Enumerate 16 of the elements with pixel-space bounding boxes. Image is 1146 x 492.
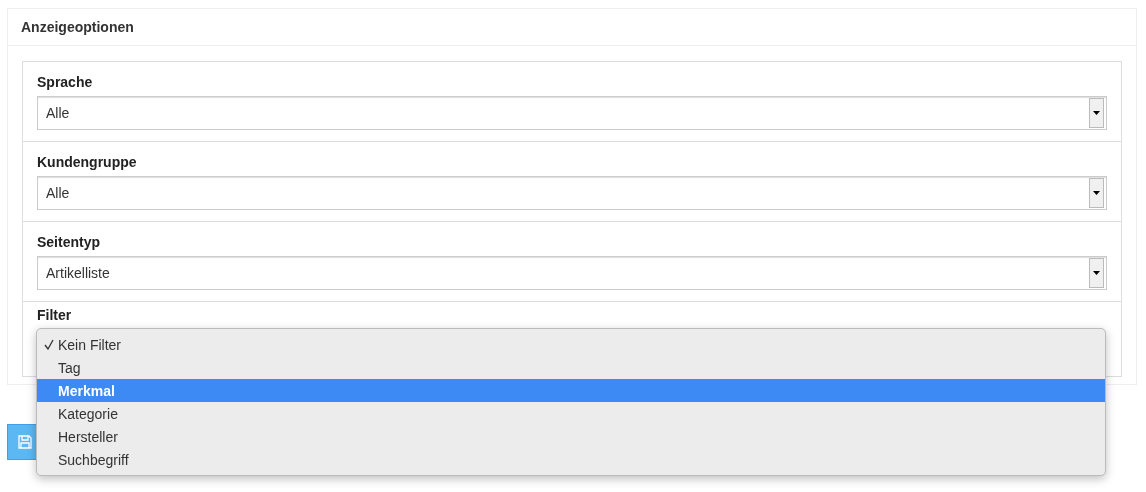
caret-icon xyxy=(1089,98,1104,128)
field-label: Seitentyp xyxy=(37,234,101,250)
select-field[interactable]: Alle xyxy=(37,96,1107,130)
field-label: Kundengruppe xyxy=(37,154,138,170)
panel-title: Anzeigeoptionen xyxy=(8,9,1136,46)
select-field[interactable]: Artikelliste xyxy=(37,256,1107,290)
dropdown-option[interactable]: Kategorie xyxy=(37,402,1105,425)
caret-icon xyxy=(1089,258,1104,288)
dropdown-option[interactable]: Suchbegriff xyxy=(37,448,1105,471)
dropdown-option[interactable]: Tag xyxy=(37,356,1105,379)
field-label: Filter xyxy=(37,307,73,323)
dropdown-option[interactable]: Hersteller xyxy=(37,425,1105,448)
caret-icon xyxy=(1089,178,1104,208)
dropdown-option[interactable]: Kein Filter xyxy=(37,333,1105,356)
select-field[interactable]: Alle xyxy=(37,176,1107,210)
field-label: Sprache xyxy=(37,74,94,90)
